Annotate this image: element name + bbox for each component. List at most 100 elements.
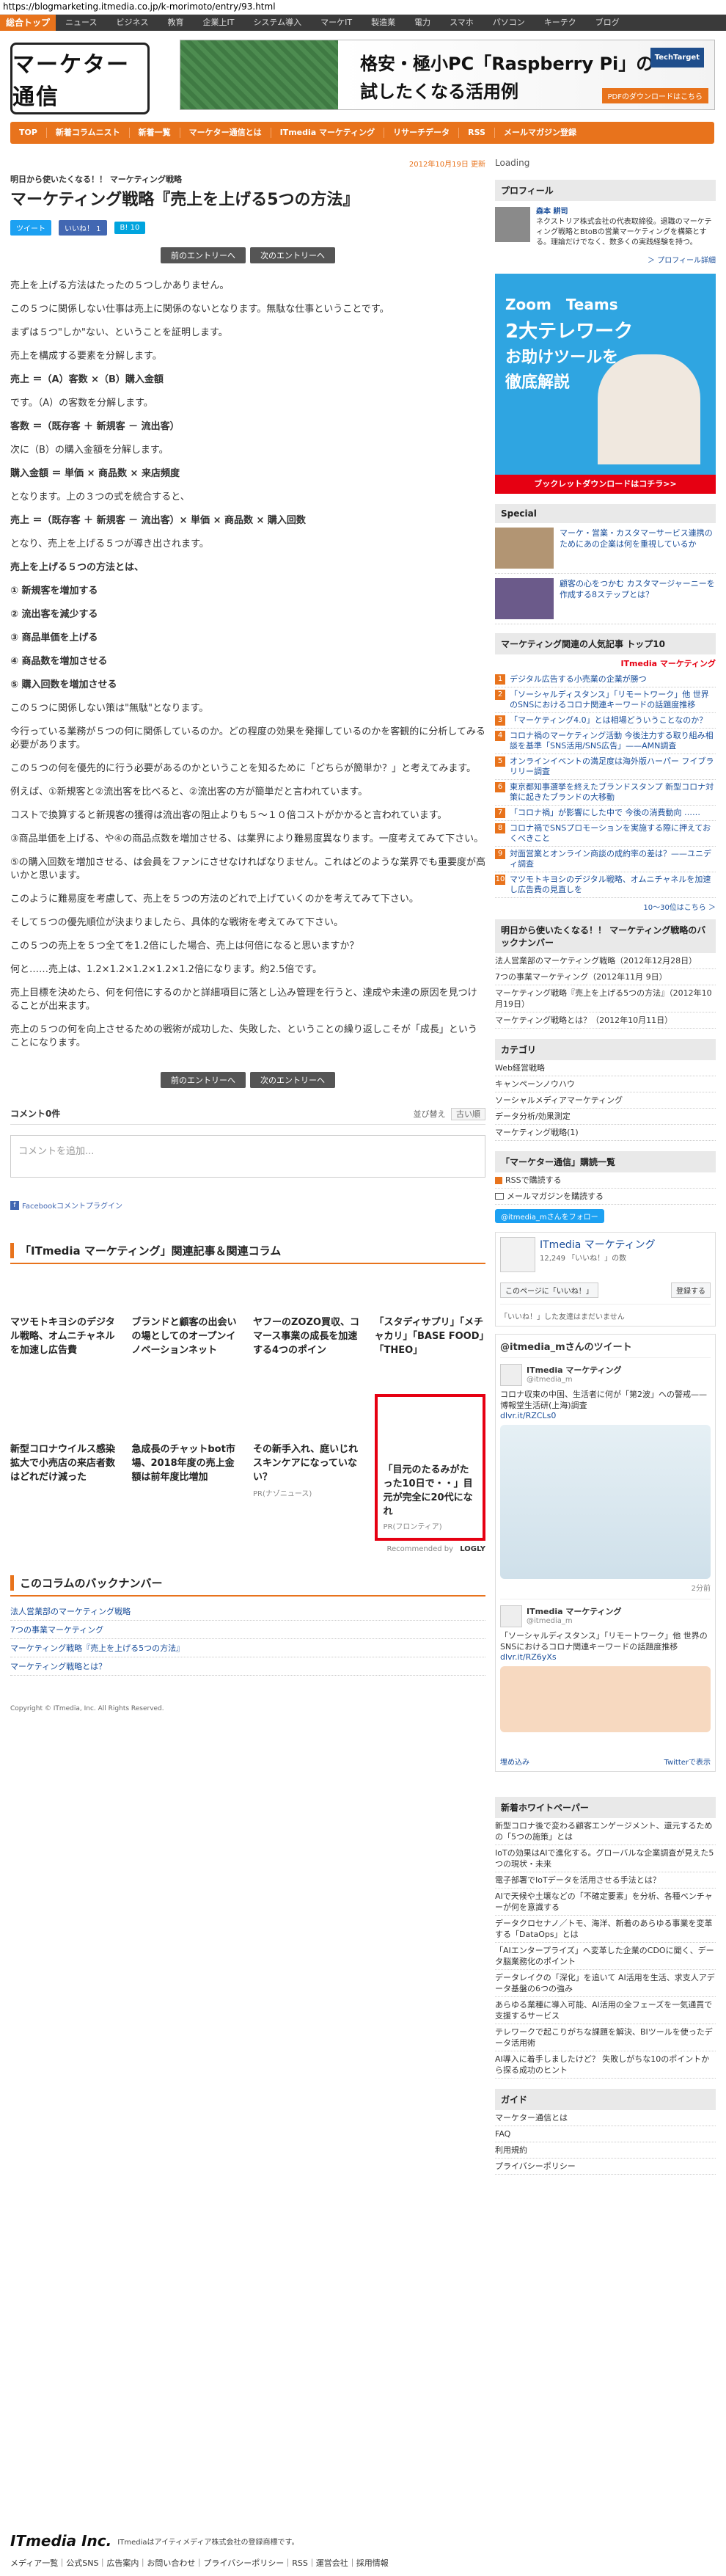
global-nav-item[interactable]: スマホ [440,15,483,31]
logly-logo[interactable]: LOGLY [460,1545,485,1553]
global-nav-home[interactable]: 総合トップ [0,15,56,31]
guide-item[interactable]: プライバシーポリシー [495,2159,716,2175]
global-nav-item[interactable]: パソコン [483,15,535,31]
profile-more-link[interactable]: ＞ プロフィール詳細 [495,254,716,265]
pr-highlight-box[interactable]: 「目元のたるみがたった10日で・・」目元が完全に20代になれ PR(フロンティア… [374,1394,485,1541]
whitepaper-item[interactable]: IoTの効果はAIで進化する。グローバルな企業調査が見えた5つの現状・未来 [495,1845,716,1872]
tweet[interactable]: ITmedia マーケティング @itmedia_m 「ソーシャルディスタンス」… [500,1599,711,1738]
site-logo[interactable]: マーケター通信 [10,43,150,114]
global-nav-item[interactable]: ブログ [586,15,629,31]
site-nav-item[interactable]: RSS [459,128,495,138]
backnumber-item[interactable]: 7つの事業マーケティング [10,1621,485,1639]
sort-select[interactable]: 古い順 [451,1107,485,1120]
guide-item[interactable]: FAQ [495,2126,716,2142]
footer-links[interactable]: メディア一覧｜公式SNS｜広告案内｜お問い合わせ｜プライバシーポリシー｜RSS｜… [10,2557,389,2569]
whitepaper-item[interactable]: 電子部署でIoTデータを活用させる手法とは？ [495,1872,716,1889]
global-nav-item[interactable]: キーテク [535,15,586,31]
comment-input[interactable]: コメントを追加... [10,1135,485,1178]
category-item[interactable]: データ分析/効果測定 [495,1109,716,1125]
backnumber-item[interactable]: マーケティング戦略とは？ [10,1657,485,1676]
rss-subscribe-link[interactable]: RSSで購読する [495,1172,716,1189]
whitepaper-item[interactable]: あらゆる業種に導入可能、AI活用の全フェーズを一気通貫で支援するサービス [495,1997,716,2024]
related-item[interactable]: その新手入れ、庭いじれスキンケアになっていない？ [253,1442,364,1484]
hatena-bookmark-button[interactable]: B! 10 [114,222,146,234]
guide-item[interactable]: 利用規約 [495,2142,716,2159]
next-entry-button[interactable]: 次のエントリーへ [250,247,335,263]
site-nav-item[interactable]: マーケター通信とは [180,128,271,138]
ranking-item[interactable]: 1 デジタル広告する小売業の企業が勝つ [495,672,716,687]
fb-register-button[interactable]: 登録する [671,1282,711,1298]
ad-cta[interactable]: ブックレットダウンロードはコチラ>> [495,475,716,494]
related-item[interactable]: 「スタディサプリ」「メチャカリ」「BASE FOOD」「THEO」 [375,1316,486,1357]
whitepaper-item[interactable]: 新型コロナ後で変わる顧客エンゲージメント、還元するための「5つの施策」とは [495,1818,716,1845]
profile-name[interactable]: 森本 耕司 [536,207,716,217]
backnumber-item[interactable]: マーケティング戦略『売上を上げる5つの方法』 [10,1639,485,1657]
global-nav-item[interactable]: ビジネス [106,15,158,31]
series-item[interactable]: マーケティング戦略とは？（2012年10月11日） [495,1012,716,1029]
ranking-item[interactable]: 10 マツモトキヨシのデジタル戦略、オムニチャネルを加速し広告費の見直しを [495,872,716,898]
itmedia-logo[interactable]: ITmedia Inc. [10,2532,111,2550]
banner-ad[interactable]: 格安・極小PC「Raspberry Pi」の 試したくなる活用例 TechTar… [180,40,715,110]
category-item[interactable]: キャンペーンノウハウ [495,1076,716,1092]
category-item[interactable]: ソーシャルメディアマーケティング [495,1092,716,1109]
ranking-item[interactable]: 2 「ソーシャルディスタンス」「リモートワーク」他 世界のSNSにおけるコロナ関連… [495,687,716,713]
backnumber-item[interactable]: 法人営業部のマーケティング戦略 [10,1602,485,1621]
site-nav-item[interactable]: メールマガジン登録 [495,128,585,138]
ranking-more-link[interactable]: 10～30位はこちら ＞ [495,901,716,912]
fb-page-name[interactable]: ITmedia マーケティング [540,1237,656,1252]
sidebar-ad[interactable]: Zoom Teams 2大テレワーク お助けツールを 徹底解説 ブックレットダウ… [495,274,716,494]
whitepaper-item[interactable]: データクロセナノ／トモ、海洋、新着のあらゆる事業を変革する「DataOps」とは [495,1916,716,1943]
special-item[interactable]: マーケ・営業・カスタマーサービス連携のためにあの企業は何を重視しているか [495,523,716,574]
related-item[interactable]: ヤフーのZOZO買収、コマース事業の成長を加速する4つのポイン [253,1316,364,1357]
ranking-item[interactable]: 9 対面営業とオンライン商談の成約率の差は？——ユニディ調査 [495,847,716,872]
prev-entry-button[interactable]: 前のエントリーへ [161,247,246,263]
ranking-item[interactable]: 8 コロナ禍でSNSプロモーションを実施する際に押えておくべきこと [495,821,716,847]
next-entry-button[interactable]: 次のエントリーへ [250,1072,335,1088]
related-item[interactable]: ブランドと顧客の出会いの場としてのオープンイノベーションネット [132,1316,243,1357]
ranking-item[interactable]: 6 東京都知事選挙を終えたブランドスタンプ 新型コロナ対策に起きたブランドの大移動 [495,780,716,806]
article-category[interactable]: 明日から使いたくなる！！ マーケティング戦略 [10,173,485,185]
site-nav-item[interactable]: 新着コラムニスト [47,128,130,138]
prev-entry-button[interactable]: 前のエントリーへ [161,1072,246,1088]
category-item[interactable]: Web経営戦略 [495,1060,716,1076]
facebook-like-button[interactable]: いいね！ 1 [59,220,107,236]
global-nav-item[interactable]: システム導入 [243,15,311,31]
category-item[interactable]: マーケティング戦略(1) [495,1125,716,1141]
special-item[interactable]: 顧客の心をつかむ カスタマージャーニーを作成する8ステップとは？ [495,574,716,624]
embed-link[interactable]: 埋め込み [500,1756,529,1767]
global-nav-item[interactable]: ニュース [56,15,106,31]
related-item[interactable]: 急成長のチャットbot市場、2018年度の売上金額は前年度比増加 [132,1442,243,1484]
twitter-follow-button[interactable]: @itmedia_mさんをフォロー [495,1209,604,1223]
whitepaper-item[interactable]: データレイクの「深化」を追いて AI活用を生活、求支人アデータ基盤の6つの強み [495,1970,716,1997]
banner-cta[interactable]: PDFのダウンロードはこちら [601,88,708,103]
site-nav-item[interactable]: 新着一覧 [130,128,180,138]
tweet-link[interactable]: dlvr.it/RZ6yXs [500,1652,711,1662]
whitepaper-item[interactable]: AI導入に着手しましたけど？ 失敗しがちな10のポイントから探る成功のヒント [495,2051,716,2079]
related-item[interactable]: 新型コロナウイルス感染拡大で小売店の来店者数はどれだけ減った [10,1442,122,1484]
tweet[interactable]: ITmedia マーケティング @itmedia_m コロナ収束の中国、生活者に… [500,1358,711,1599]
series-item[interactable]: マーケティング戦略『売上を上げる5つの方法』（2012年10月19日） [495,985,716,1012]
site-nav-item[interactable]: ITmedia マーケティング [271,128,385,138]
related-item[interactable]: マツモトキヨシのデジタル戦略、オムニチャネルを加速し広告費 [10,1316,122,1357]
guide-item[interactable]: マーケター通信とは [495,2110,716,2126]
tweet-button[interactable]: ツイート [10,220,51,236]
global-nav-item[interactable]: 企業上IT [193,15,243,31]
site-nav-item[interactable]: リサーチデータ [384,128,460,138]
facebook-comments-plugin-link[interactable]: Facebookコメントプラグイン [22,1200,122,1211]
ranking-item[interactable]: 3 「マーケティング4.0」とは相場どういうことなのか？ [495,713,716,729]
global-nav-item[interactable]: マーケIT [311,15,362,31]
fb-page-like-button[interactable]: このページに「いいね！」 [500,1282,598,1298]
ranking-item[interactable]: 4 コロナ禍のマーケティング活動 今後注力する取り組み相談を基準「SNS活用/SN… [495,729,716,754]
series-item[interactable]: 7つの事業マーケティング（2012年11月 9日） [495,969,716,985]
ranking-item[interactable]: 7 「コロナ禍」が影響にした中で 今後の消費動向 …… [495,806,716,821]
series-item[interactable]: 法人営業部のマーケティング戦略（2012年12月28日） [495,953,716,969]
ranking-item[interactable]: 5 オンラインイベントの満足度は海外版ハーパー フイブラリリー調査 [495,754,716,780]
address-bar[interactable]: https://blogmarketing.itmedia.co.jp/k-mo… [0,0,726,15]
global-nav-item[interactable]: 教育 [158,15,193,31]
view-on-twitter-link[interactable]: Twitterで表示 [664,1756,711,1767]
mail-subscribe-link[interactable]: メールマガジンを購読する [495,1189,716,1205]
whitepaper-item[interactable]: 「AIエンタープライズ」へ変革した企業のCDOに聞く、データ脳業務化のポイント [495,1943,716,1970]
whitepaper-item[interactable]: AIで天候や土壌などの「不確定要素」を分析、各種ベンチャーが何を意識する [495,1889,716,1916]
whitepaper-item[interactable]: テレワークで起こりがちな課題を解決、BIツールを使ったデータ活用術 [495,2024,716,2051]
tweet-link[interactable]: dlvr.it/RZCLs0 [500,1411,711,1420]
